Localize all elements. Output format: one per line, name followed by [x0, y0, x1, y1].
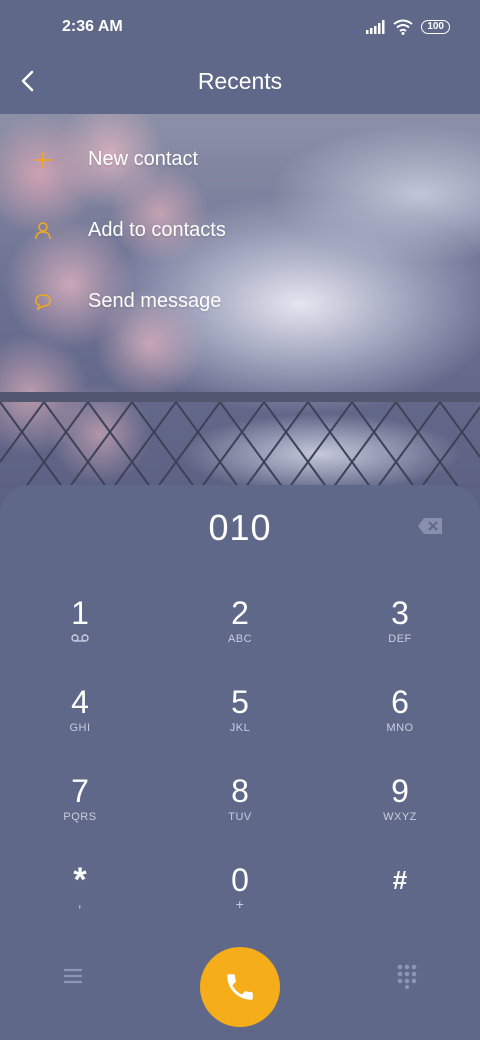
plus-icon: [32, 149, 54, 171]
key-1[interactable]: 1: [20, 595, 140, 675]
key-letters: +: [235, 896, 245, 912]
key-digit: #: [392, 865, 408, 895]
key-digit: *: [73, 861, 87, 899]
dialed-number[interactable]: 010: [0, 507, 480, 549]
key-4[interactable]: 4 GHI: [20, 684, 140, 764]
key-hash[interactable]: #: [340, 862, 460, 942]
key-letters: ,: [77, 894, 83, 910]
new-contact-item[interactable]: New contact: [0, 124, 480, 195]
add-to-contacts-item[interactable]: Add to contacts: [0, 195, 480, 266]
key-digit: 5: [231, 684, 249, 720]
wifi-icon: [393, 19, 413, 35]
fence-rail: [0, 392, 480, 402]
status-time: 2:36 AM: [62, 18, 123, 35]
key-0[interactable]: 0 +: [180, 862, 300, 942]
header: Recents: [0, 56, 480, 114]
key-letters: PQRS: [63, 811, 97, 823]
backspace-icon: [418, 518, 442, 534]
page-title: Recents: [197, 68, 283, 94]
person-icon: [32, 220, 54, 242]
key-letters: TUV: [228, 811, 252, 823]
key-digit: 3: [391, 595, 409, 631]
key-3[interactable]: 3 DEF: [340, 595, 460, 675]
key-letters: WXYZ: [383, 811, 417, 823]
status-bar: 2:36 AM 100: [0, 0, 480, 56]
key-star[interactable]: * ,: [20, 862, 140, 942]
call-button[interactable]: [200, 947, 280, 1027]
dialpad-icon: [397, 964, 417, 989]
phone-icon: [227, 974, 253, 1000]
key-digit: 0: [231, 862, 249, 898]
key-digit: 9: [391, 773, 409, 809]
key-letters: GHI: [69, 722, 91, 734]
key-letters: JKL: [229, 722, 251, 734]
add-to-contacts-label: Add to contacts: [88, 219, 226, 241]
dialer-bottom-bar: [0, 947, 480, 1027]
quick-actions-menu: New contact Add to contacts Send message: [0, 124, 480, 337]
menu-button[interactable]: [62, 965, 84, 987]
battery-indicator: 100: [421, 20, 450, 34]
status-icons: 100: [365, 19, 450, 35]
key-digit: 2: [231, 595, 249, 631]
hamburger-menu-icon: [64, 968, 82, 984]
keypad-toggle-button[interactable]: [396, 963, 418, 989]
key-letters: DEF: [388, 633, 412, 645]
new-contact-label: New contact: [88, 148, 199, 170]
key-digit: 6: [391, 684, 409, 720]
key-5[interactable]: 5 JKL: [180, 684, 300, 764]
key-8[interactable]: 8 TUV: [180, 773, 300, 853]
key-6[interactable]: 6 MNO: [340, 684, 460, 764]
key-digit: 8: [231, 773, 249, 809]
voicemail-icon: [20, 633, 140, 646]
key-9[interactable]: 9 WXYZ: [340, 773, 460, 853]
dialer-panel: 010 1 2 ABC 3 DEF 4 GHI 5 JKL 6 MNO 7 PQ…: [0, 485, 480, 1040]
key-digit: 7: [71, 773, 89, 809]
message-bubble-icon: [32, 291, 54, 313]
key-letters: ABC: [227, 633, 253, 645]
key-digit: 4: [71, 684, 89, 720]
send-message-item[interactable]: Send message: [0, 266, 480, 337]
backspace-button[interactable]: [417, 517, 443, 535]
key-7[interactable]: 7 PQRS: [20, 773, 140, 853]
key-digit: 1: [71, 595, 89, 631]
send-message-label: Send message: [88, 290, 222, 312]
key-2[interactable]: 2 ABC: [180, 595, 300, 675]
key-letters: MNO: [386, 722, 414, 734]
signal-icon: [366, 20, 385, 34]
